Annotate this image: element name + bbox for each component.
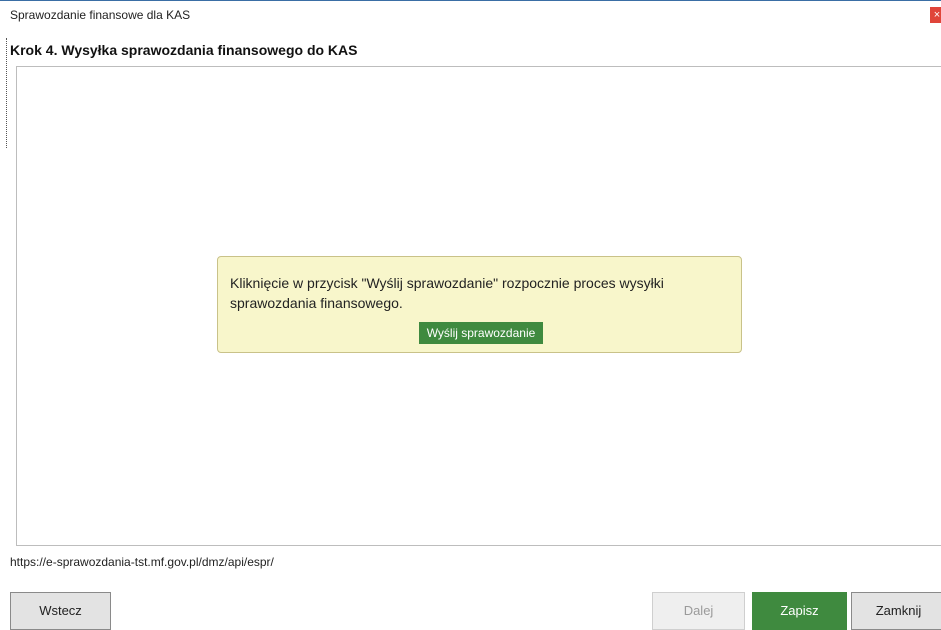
next-button[interactable]: Dalej xyxy=(652,592,745,630)
step-heading: Krok 4. Wysyłka sprawozdania finansowego… xyxy=(10,42,358,58)
window-title: Sprawozdanie finansowe dla KAS xyxy=(10,8,191,22)
endpoint-url: https://e-sprawozdania-tst.mf.gov.pl/dmz… xyxy=(10,555,274,569)
info-box: Kliknięcie w przycisk "Wyślij sprawozdan… xyxy=(217,256,742,353)
save-button[interactable]: Zapisz xyxy=(752,592,847,630)
info-message: Kliknięcie w przycisk "Wyślij sprawozdan… xyxy=(230,275,664,311)
close-icon[interactable]: × xyxy=(930,7,941,23)
send-report-button[interactable]: Wyślij sprawozdanie xyxy=(419,322,543,344)
title-bar: Sprawozdanie finansowe dla KAS × xyxy=(0,0,941,29)
dialog-window: Sprawozdanie finansowe dla KAS × Krok 4.… xyxy=(0,0,941,630)
back-button[interactable]: Wstecz xyxy=(10,592,111,630)
left-dotted-guide xyxy=(6,38,7,148)
close-button[interactable]: Zamknij xyxy=(851,592,941,630)
